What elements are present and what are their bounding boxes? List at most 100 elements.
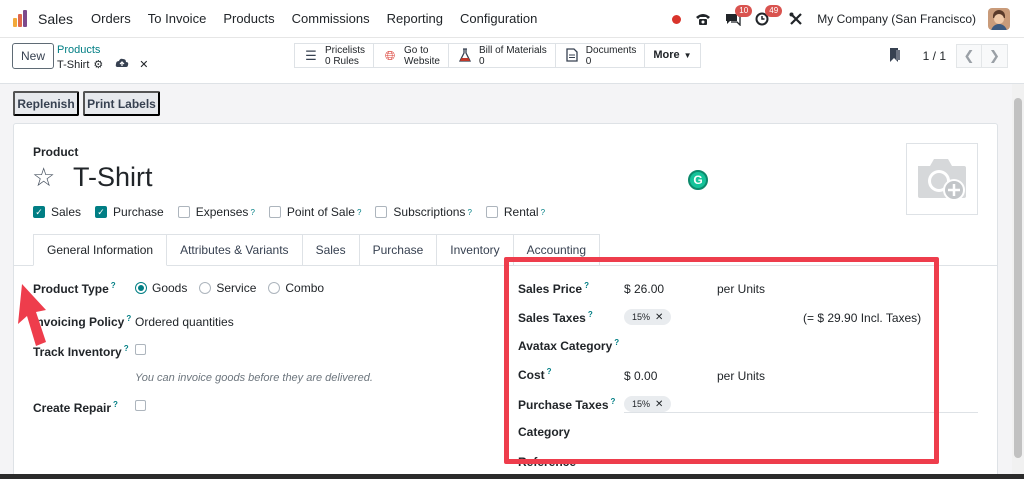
- grammarly-icon[interactable]: G: [688, 170, 708, 190]
- activities-icon[interactable]: 49: [755, 5, 783, 26]
- purchase-tax-tag[interactable]: 15% ✕: [624, 396, 672, 412]
- help-icon[interactable]: ?: [611, 397, 616, 406]
- bill-of-materials-button[interactable]: Bill of Materials 0: [449, 44, 556, 67]
- help-icon[interactable]: ?: [357, 208, 361, 217]
- new-button[interactable]: New: [12, 43, 54, 69]
- user-avatar[interactable]: [988, 8, 1010, 30]
- purchase-taxes-label: Purchase Taxes?: [518, 397, 615, 412]
- help-icon[interactable]: ?: [541, 208, 545, 217]
- pager-value[interactable]: 1 / 1: [923, 49, 946, 63]
- tab-attributes-variants[interactable]: Attributes & Variants: [167, 234, 303, 266]
- pricelists-button[interactable]: ☰ Pricelists 0 Rules: [295, 44, 375, 67]
- menu-reporting[interactable]: Reporting: [387, 11, 443, 26]
- flask-icon: [457, 48, 473, 63]
- label-text: Sales Price: [518, 282, 583, 296]
- product-name-input[interactable]: T-Shirt: [73, 162, 153, 193]
- pager-next-button[interactable]: ❯: [982, 44, 1008, 68]
- help-icon[interactable]: ?: [113, 400, 118, 409]
- check-icon: ✓: [33, 206, 45, 218]
- menu-to-invoice[interactable]: To Invoice: [148, 11, 207, 26]
- documents-button[interactable]: Documents 0: [556, 44, 646, 67]
- sales-tax-tag[interactable]: 15% ✕: [624, 309, 672, 325]
- discard-icon[interactable]: ✕: [139, 58, 148, 71]
- print-labels-button[interactable]: Print Labels: [83, 91, 160, 116]
- help-icon[interactable]: ?: [111, 281, 116, 290]
- more-dropdown[interactable]: More ▼: [645, 44, 699, 67]
- top-navbar: Sales Orders To Invoice Products Commiss…: [0, 0, 1024, 38]
- sales-checkbox[interactable]: ✓ Sales: [33, 205, 81, 219]
- help-icon[interactable]: ?: [126, 314, 131, 323]
- tools-icon[interactable]: [789, 12, 803, 26]
- invoicing-policy-select[interactable]: Ordered quantities: [135, 315, 234, 329]
- bookmark-icon[interactable]: [889, 47, 901, 66]
- help-icon[interactable]: ?: [250, 208, 254, 217]
- status-dot-icon[interactable]: [672, 14, 682, 24]
- checkbox-label: Subscriptions: [393, 205, 466, 219]
- gear-icon[interactable]: ⚙: [93, 58, 103, 71]
- help-icon[interactable]: ?: [467, 208, 471, 217]
- sales-taxes-incl: (= $ 29.90 Incl. Taxes): [803, 311, 922, 325]
- list-icon: ☰: [305, 48, 317, 63]
- product-image-placeholder[interactable]: [906, 143, 978, 215]
- menu-commissions[interactable]: Commissions: [292, 11, 370, 26]
- taskbar-strip: [0, 474, 1024, 479]
- form-sheet: [13, 123, 998, 479]
- cloud-save-icon[interactable]: [115, 58, 129, 71]
- checkbox-label: Sales: [51, 205, 82, 219]
- sales-app-icon[interactable]: [12, 9, 32, 29]
- stat-label: Bill of Materials: [478, 44, 547, 56]
- label-text: Create Repair: [33, 401, 112, 415]
- cost-input[interactable]: $ 0.00: [624, 369, 657, 383]
- label-text: Sales Taxes: [518, 311, 586, 325]
- remove-tag-icon[interactable]: ✕: [655, 312, 663, 323]
- tab-purchase[interactable]: Purchase: [359, 234, 438, 266]
- tab-accounting[interactable]: Accounting: [513, 234, 601, 266]
- remove-tag-icon[interactable]: ✕: [655, 399, 663, 410]
- breadcrumb[interactable]: Products: [57, 44, 100, 56]
- phone-icon[interactable]: [695, 12, 711, 26]
- sales-taxes-label: Sales Taxes?: [518, 310, 593, 325]
- messages-icon[interactable]: 10: [725, 5, 753, 26]
- menu-configuration[interactable]: Configuration: [460, 11, 537, 26]
- radio-label: Service: [216, 281, 257, 295]
- radio-combo[interactable]: Combo: [268, 281, 324, 295]
- checkbox-label: Expenses: [195, 205, 249, 219]
- scrollbar[interactable]: [1012, 84, 1024, 474]
- menu-orders[interactable]: Orders: [91, 11, 131, 26]
- label-text: Cost: [518, 368, 545, 382]
- checkbox-box: [485, 206, 498, 218]
- company-switcher[interactable]: My Company (San Francisco): [817, 12, 976, 26]
- sales-price-label: Sales Price?: [518, 281, 589, 296]
- replenish-button[interactable]: Replenish: [13, 91, 79, 116]
- help-icon[interactable]: ?: [588, 310, 593, 319]
- point-of-sale-checkbox[interactable]: Point of Sale?: [268, 205, 361, 219]
- go-to-website-button[interactable]: 🌐︎ Go to Website: [374, 44, 449, 67]
- product-type-radio: Goods Service Combo: [135, 281, 336, 295]
- tab-inventory[interactable]: Inventory: [437, 234, 514, 266]
- stat-value: 0: [585, 55, 592, 67]
- pager-previous-button[interactable]: ❮: [956, 44, 982, 68]
- track-inventory-checkbox[interactable]: [135, 344, 146, 355]
- help-icon[interactable]: ?: [547, 367, 552, 376]
- messages-badge: 10: [735, 5, 753, 17]
- sales-price-input[interactable]: $ 26.00: [624, 282, 664, 296]
- scrollbar-thumb[interactable]: [1014, 98, 1022, 458]
- expenses-checkbox[interactable]: Expenses?: [177, 205, 255, 219]
- caret-down-icon: ▼: [683, 51, 692, 60]
- help-icon[interactable]: ?: [584, 281, 589, 290]
- help-icon[interactable]: ?: [124, 344, 129, 353]
- tab-general-information[interactable]: General Information: [33, 234, 168, 266]
- menu-products[interactable]: Products: [223, 11, 274, 26]
- tab-sales[interactable]: Sales: [302, 234, 360, 266]
- app-name[interactable]: Sales: [38, 11, 73, 27]
- create-repair-checkbox[interactable]: [135, 400, 146, 411]
- stat-label: Documents: [585, 44, 637, 56]
- rental-checkbox[interactable]: Rental?: [485, 205, 545, 219]
- radio-goods[interactable]: Goods: [135, 281, 187, 295]
- purchase-checkbox[interactable]: ✓ Purchase: [95, 205, 164, 219]
- subscriptions-checkbox[interactable]: Subscriptions?: [375, 205, 472, 219]
- help-icon[interactable]: ?: [614, 338, 619, 347]
- radio-service[interactable]: Service: [199, 281, 256, 295]
- pager: 1 / 1 ❮ ❯: [889, 44, 1008, 68]
- favorite-star-icon[interactable]: ☆: [32, 164, 55, 190]
